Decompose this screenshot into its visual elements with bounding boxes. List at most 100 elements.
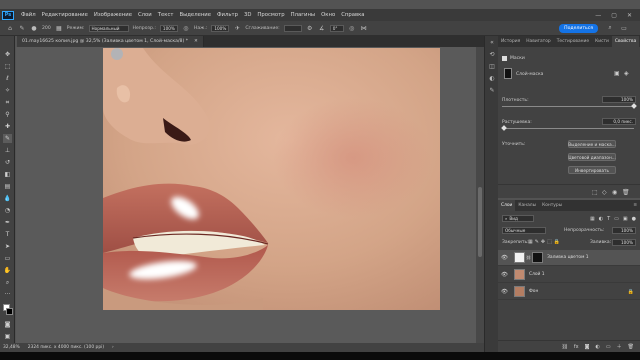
vector-mask-icon[interactable]: ◈ (624, 70, 629, 77)
feather-slider-knob[interactable] (501, 125, 507, 131)
menu-help[interactable]: Справка (338, 12, 367, 18)
history-brush-tool-icon[interactable]: ↺ (3, 158, 12, 167)
home-icon[interactable]: ⌂ (6, 24, 14, 32)
scrollbar-thumb[interactable] (478, 187, 482, 257)
brushes-panel-icon[interactable]: ✎ (488, 86, 496, 94)
menu-layers[interactable]: Слои (135, 12, 155, 18)
invert-button[interactable]: Инвертировать (568, 166, 616, 174)
apply-mask-icon[interactable]: ◇ (602, 189, 607, 196)
tab-layers[interactable]: Слои (498, 200, 516, 211)
filter-toggle-icon[interactable]: ● (632, 216, 636, 222)
smoothing-field[interactable] (283, 24, 302, 32)
status-arrow-icon[interactable]: › (112, 345, 114, 350)
move-tool-icon[interactable]: ✥ (3, 50, 12, 59)
symmetry-icon[interactable]: ⋈ (360, 24, 368, 32)
filter-type-icon[interactable]: T (607, 216, 610, 222)
density-field[interactable]: 100% (602, 96, 636, 103)
layer-mask-thumbnail[interactable] (532, 252, 544, 263)
minimize-icon[interactable]: — (595, 12, 601, 19)
visibility-eye-icon[interactable]: 👁 (501, 255, 509, 261)
layer-opacity-field[interactable]: 100% (612, 227, 636, 234)
menu-image[interactable]: Изображение (91, 12, 135, 18)
fill-layer-thumbnail[interactable] (514, 252, 525, 263)
visibility-eye-icon[interactable]: 👁 (501, 289, 509, 295)
marquee-tool-icon[interactable]: ⬚ (3, 62, 12, 71)
tab-navigator[interactable]: Навигатор (523, 36, 553, 47)
document-tab[interactable]: 01.may16625 копия.jpg @ 32,5% (Заливка ц… (17, 36, 204, 47)
quick-select-tool-icon[interactable]: ✧ (3, 86, 12, 95)
blur-tool-icon[interactable]: 💧 (3, 194, 12, 203)
quick-mask-icon[interactable]: ◙ (3, 320, 12, 329)
link-icon[interactable]: ⛓ (526, 255, 531, 260)
menu-type[interactable]: Текст (155, 12, 177, 18)
tab-brushes[interactable]: Кисти (592, 36, 612, 47)
add-mask-icon[interactable]: ◙ (585, 344, 590, 350)
zoom-tool-icon[interactable]: ⌕ (3, 278, 12, 287)
share-button[interactable]: Поделиться (559, 24, 598, 33)
select-and-mask-button[interactable]: Выделение и маска... (568, 140, 616, 148)
dodge-tool-icon[interactable]: ◔ (3, 206, 12, 215)
tab-paths[interactable]: Контуры (539, 200, 565, 211)
adjustments-panel-icon[interactable]: ◐ (488, 74, 496, 82)
lasso-tool-icon[interactable]: ℓ (3, 74, 12, 83)
group-icon[interactable]: ▭ (606, 344, 611, 350)
brush-settings-icon[interactable]: ▦ (55, 24, 63, 32)
crop-tool-icon[interactable]: ⌗ (3, 98, 12, 107)
tab-properties[interactable]: Свойства (611, 36, 640, 47)
hand-tool-icon[interactable]: ✋ (3, 266, 12, 275)
filter-adjustment-icon[interactable]: ◐ (599, 216, 603, 222)
close-tab-icon[interactable]: ✕ (194, 39, 198, 44)
load-selection-icon[interactable]: ⬚ (592, 189, 598, 196)
filter-smart-icon[interactable]: ▣ (623, 216, 628, 222)
layer-row[interactable]: 👁 Фон 🔒 (498, 284, 640, 300)
menu-edit[interactable]: Редактирование (39, 12, 91, 18)
menu-3d[interactable]: 3D (241, 12, 254, 18)
layers-menu-icon[interactable]: ≡ (630, 200, 640, 211)
type-tool-icon[interactable]: T (3, 230, 12, 239)
menu-select[interactable]: Выделение (176, 12, 214, 18)
history-panel-icon[interactable]: ⟲ (488, 50, 496, 58)
opacity-field[interactable]: 100% (159, 24, 178, 32)
close-icon[interactable]: ✕ (627, 12, 632, 19)
canvas-vertical-scrollbar[interactable] (476, 47, 484, 343)
mode-select[interactable]: Нормальный (88, 24, 129, 32)
color-range-button[interactable]: Цветовой диапазон... (568, 153, 616, 161)
feather-slider-track[interactable] (502, 128, 634, 129)
menu-view[interactable]: Просмотр (254, 12, 287, 18)
pixel-mask-icon[interactable]: ▣ (614, 70, 620, 77)
pressure-opacity-icon[interactable]: ◎ (182, 24, 190, 32)
smoothing-settings-icon[interactable]: ⚙ (306, 24, 314, 32)
brush-tool-icon[interactable]: ✎ (18, 24, 26, 32)
lock-icons[interactable]: ▦✎✥⬚🔒 (528, 239, 562, 245)
brush-preset-icon[interactable]: ● (30, 24, 38, 32)
link-layers-icon[interactable]: ⛓ (562, 344, 568, 350)
layer-name[interactable]: Фон (529, 289, 538, 294)
stamp-tool-icon[interactable]: ⊥ (3, 146, 12, 155)
adjustment-layer-icon[interactable]: ◐ (596, 344, 600, 350)
feather-field[interactable]: 0,0 пикс. (602, 118, 636, 125)
background-color-swatch[interactable] (6, 308, 13, 315)
healing-tool-icon[interactable]: ✚ (3, 122, 12, 131)
document-info[interactable]: 2324 пикс. x 4000 пикс. (100 ppi) (28, 345, 104, 350)
fill-field[interactable]: 100% (612, 239, 636, 246)
document-image[interactable] (103, 48, 440, 310)
brush-tool-icon[interactable]: ✎ (3, 134, 12, 143)
layer-name[interactable]: Заливка цветом 1 (547, 255, 589, 260)
path-select-tool-icon[interactable]: ➤ (3, 242, 12, 251)
filter-pixel-icon[interactable]: ▦ (590, 216, 595, 222)
maximize-icon[interactable]: ▢ (611, 12, 617, 19)
layer-thumbnail[interactable] (514, 269, 525, 280)
shape-tool-icon[interactable]: ▭ (3, 254, 12, 263)
lock-icon[interactable]: 🔒 (628, 289, 634, 295)
density-slider-track[interactable] (502, 106, 634, 107)
eyedropper-tool-icon[interactable]: ⚲ (3, 110, 12, 119)
flow-field[interactable]: 100% (211, 24, 230, 32)
gradient-tool-icon[interactable]: ▤ (3, 182, 12, 191)
layer-row[interactable]: 👁 Слой 1 (498, 267, 640, 283)
airbrush-icon[interactable]: ✈ (233, 24, 241, 32)
tab-history[interactable]: История (498, 36, 523, 47)
zoom-level[interactable]: 32,48% (3, 345, 20, 350)
mask-thumbnail[interactable] (504, 68, 512, 79)
angle-field[interactable]: 0° (329, 24, 344, 32)
tab-testing[interactable]: Тестирование (554, 36, 592, 47)
